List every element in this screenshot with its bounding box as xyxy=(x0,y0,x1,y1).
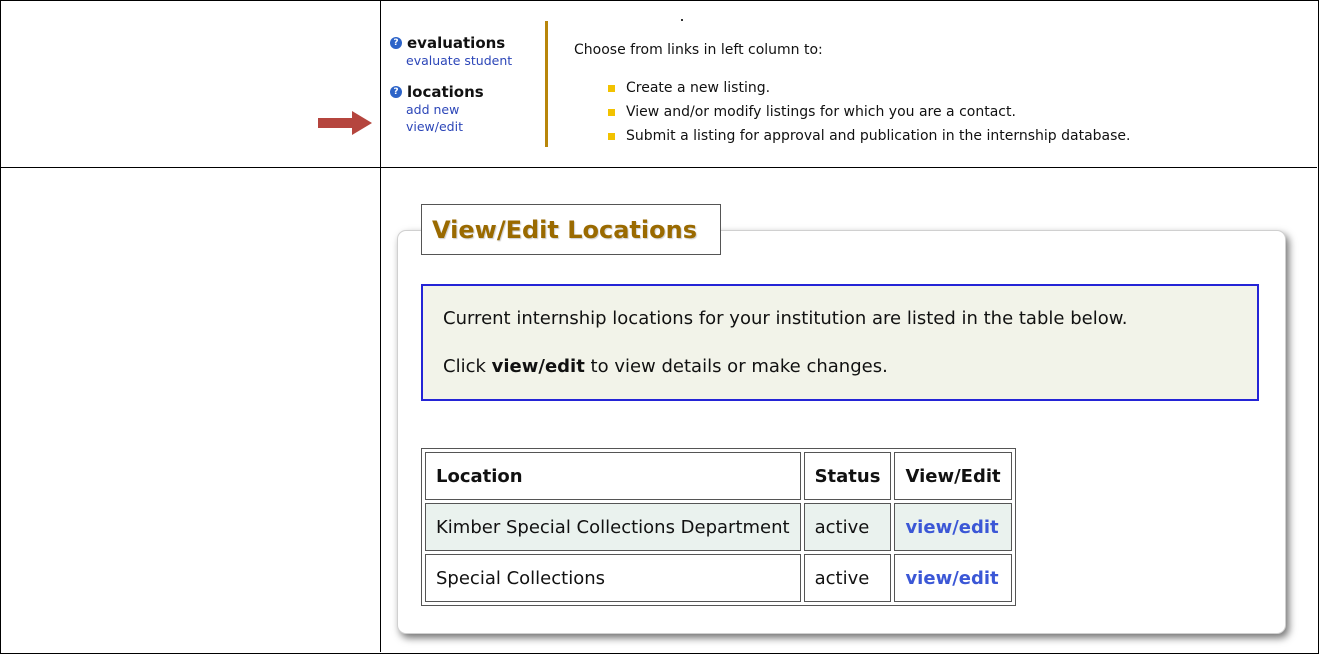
square-bullet-icon xyxy=(608,132,615,140)
square-bullet-icon xyxy=(608,108,615,116)
list-item: View and/or modify listings for which yo… xyxy=(608,100,1130,124)
left-nav: ? evaluations evaluate student ? locatio… xyxy=(390,34,540,149)
view-edit-row-link[interactable]: view/edit xyxy=(905,568,998,589)
info-line-1: Current internship locations for your in… xyxy=(443,308,1128,329)
panel-title: View/Edit Locations xyxy=(432,215,697,244)
info-emphasis: view/edit xyxy=(491,356,585,377)
table-row: Special Collections active view/edit xyxy=(425,554,1012,602)
nav-group-title: locations xyxy=(407,83,484,101)
action-cell: view/edit xyxy=(894,503,1012,551)
table-row: Kimber Special Collections Department ac… xyxy=(425,503,1012,551)
instruction-list: Create a new listing. View and/or modify… xyxy=(608,76,1130,148)
stray-dot xyxy=(681,19,683,21)
view-edit-row-link[interactable]: view/edit xyxy=(905,517,998,538)
list-item: Create a new listing. xyxy=(608,76,1130,100)
location-cell: Special Collections xyxy=(425,554,801,602)
arrow-right-icon xyxy=(318,111,372,135)
intro-text: Choose from links in left column to: xyxy=(574,42,823,58)
evaluate-student-link[interactable]: evaluate student xyxy=(406,52,540,69)
action-cell: view/edit xyxy=(894,554,1012,602)
status-cell: active xyxy=(803,554,892,602)
help-icon[interactable]: ? xyxy=(390,37,402,49)
list-item: Submit a listing for approval and public… xyxy=(608,124,1130,148)
column-header-view-edit: View/Edit xyxy=(894,452,1012,500)
nav-group-locations: ? locations add new view/edit xyxy=(390,83,540,135)
view-edit-link[interactable]: view/edit xyxy=(406,118,540,135)
location-cell: Kimber Special Collections Department xyxy=(425,503,801,551)
nav-group-title: evaluations xyxy=(407,34,506,52)
locations-table: Location Status View/Edit Kimber Special… xyxy=(421,448,1016,606)
square-bullet-icon xyxy=(608,84,615,92)
help-icon[interactable]: ? xyxy=(390,86,402,98)
vertical-accent-divider xyxy=(545,21,548,147)
column-divider xyxy=(380,0,381,652)
info-box: Current internship locations for your in… xyxy=(421,284,1259,401)
add-new-link[interactable]: add new xyxy=(406,101,540,118)
table-header-row: Location Status View/Edit xyxy=(425,452,1012,500)
status-cell: active xyxy=(803,503,892,551)
column-header-location: Location xyxy=(425,452,801,500)
row-divider xyxy=(0,167,1317,168)
info-line-2: Click view/edit to view details or make … xyxy=(443,356,888,377)
panel-title-box: View/Edit Locations xyxy=(421,204,721,255)
column-header-status: Status xyxy=(803,452,892,500)
nav-group-evaluations: ? evaluations evaluate student xyxy=(390,34,540,69)
